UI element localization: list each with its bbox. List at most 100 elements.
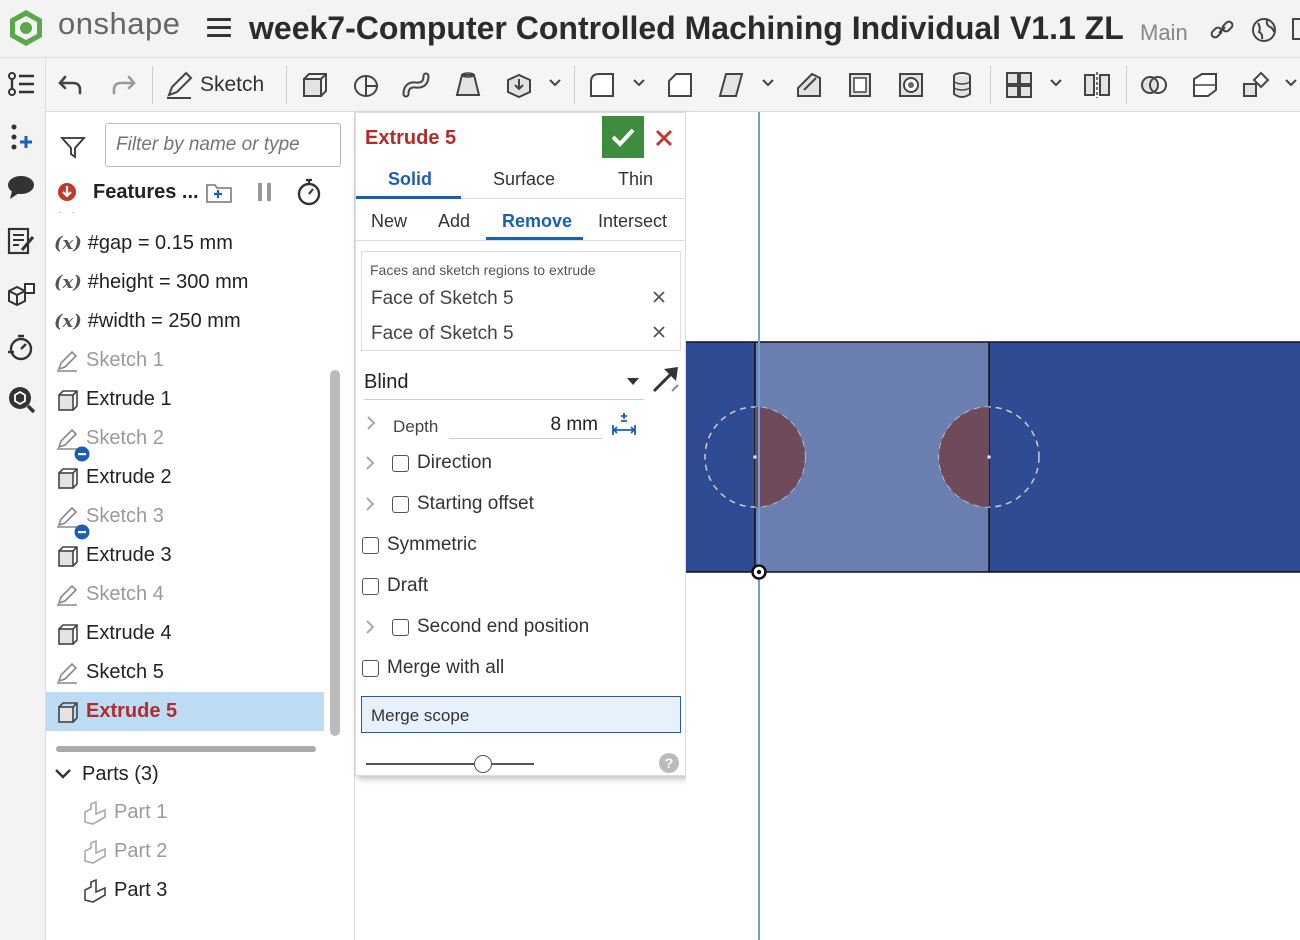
accept-button[interactable] bbox=[602, 116, 644, 158]
revolve-tool-button[interactable] bbox=[349, 68, 383, 102]
extrude-feature-item[interactable]: Extrude 2 bbox=[46, 458, 324, 497]
part-item[interactable]: Part 1 bbox=[82, 793, 332, 832]
op-remove[interactable]: Remove bbox=[502, 211, 572, 232]
part-item[interactable]: Part 2 bbox=[82, 832, 332, 871]
draft-checkbox[interactable] bbox=[362, 577, 379, 595]
draft-tool-button[interactable] bbox=[714, 68, 748, 102]
chevron-right-icon[interactable] bbox=[364, 496, 376, 512]
direction-row[interactable]: Direction bbox=[364, 447, 492, 479]
pause-icon[interactable] bbox=[255, 182, 275, 202]
chevron-down-icon[interactable] bbox=[548, 76, 562, 90]
hole-tool-button[interactable] bbox=[894, 68, 928, 102]
op-new[interactable]: New bbox=[371, 211, 407, 232]
rollback-bar-icon[interactable] bbox=[57, 182, 77, 202]
second-end-row[interactable]: Second end position bbox=[364, 611, 589, 643]
hamburger-menu-icon[interactable] bbox=[207, 18, 231, 38]
help-icon[interactable]: ? bbox=[659, 753, 679, 773]
op-add[interactable]: Add bbox=[438, 211, 470, 232]
variable-item[interactable]: (x) #height = 300 mm bbox=[46, 263, 324, 302]
model-canvas[interactable] bbox=[686, 112, 1300, 940]
comments-icon[interactable] bbox=[4, 170, 38, 204]
tab-solid[interactable]: Solid bbox=[388, 169, 432, 190]
rollback-timer-icon[interactable] bbox=[4, 330, 38, 364]
depth-measure-icon[interactable] bbox=[610, 411, 638, 439]
properties-icon[interactable] bbox=[4, 224, 38, 258]
merge-scope-field[interactable]: Merge scope bbox=[361, 696, 681, 733]
filter-icon[interactable] bbox=[60, 134, 86, 160]
undo-button[interactable] bbox=[54, 68, 88, 102]
thread-tool-button[interactable] bbox=[945, 68, 979, 102]
direction-checkbox[interactable] bbox=[392, 454, 409, 472]
extrude-feature-item[interactable]: Extrude 1 bbox=[46, 380, 324, 419]
chevron-right-icon[interactable] bbox=[364, 619, 376, 635]
sweep-tool-button[interactable] bbox=[400, 68, 434, 102]
loft-tool-button[interactable] bbox=[451, 68, 485, 102]
document-title[interactable]: week7-Computer Controlled Machining Indi… bbox=[249, 10, 1124, 47]
face-selection-item[interactable]: Face of Sketch 5 bbox=[362, 282, 680, 316]
end-type-select[interactable]: Blind bbox=[364, 368, 644, 400]
part-item[interactable]: Part 3 bbox=[82, 871, 332, 910]
parts-configurations-icon[interactable] bbox=[4, 278, 38, 312]
variable-item[interactable]: (x) #gap = 0.15 mm bbox=[46, 224, 324, 263]
sketch-feature-item[interactable]: Sketch 4 bbox=[46, 575, 324, 614]
feature-list-scrollbar[interactable] bbox=[330, 370, 340, 736]
extrude-feature-item[interactable]: Extrude 3 bbox=[46, 536, 324, 575]
extrude-feature-item[interactable]: Extrude 5 bbox=[46, 692, 324, 731]
filter-input[interactable] bbox=[105, 123, 341, 167]
stopwatch-icon[interactable] bbox=[296, 178, 322, 206]
preview-slider-track[interactable] bbox=[366, 763, 534, 765]
chevron-down-icon[interactable] bbox=[1049, 76, 1063, 90]
feature-list-icon[interactable] bbox=[4, 68, 38, 102]
sketch-feature-item[interactable]: Sketch 2 bbox=[46, 419, 324, 461]
chevron-right-icon[interactable] bbox=[364, 455, 376, 471]
chevron-down-icon[interactable] bbox=[761, 76, 775, 90]
chevron-down-icon[interactable] bbox=[1284, 76, 1298, 90]
chamfer-tool-button[interactable] bbox=[663, 68, 697, 102]
mirror-tool-button[interactable] bbox=[1080, 68, 1114, 102]
preview-slider-thumb[interactable] bbox=[474, 755, 492, 773]
faces-selection-box[interactable]: Faces and sketch regions to extrude Face… bbox=[361, 251, 681, 351]
extrude-feature-item[interactable]: Extrude 4 bbox=[46, 614, 324, 653]
sketch-feature-item[interactable]: Sketch 5 bbox=[46, 653, 324, 692]
fillet-tool-button[interactable] bbox=[585, 68, 619, 102]
add-folder-icon[interactable] bbox=[204, 179, 234, 205]
starting-offset-row[interactable]: Starting offset bbox=[364, 488, 534, 520]
second-end-checkbox[interactable] bbox=[392, 618, 409, 636]
merge-all-checkbox[interactable] bbox=[362, 659, 379, 677]
variable-item[interactable]: (x) #width = 250 mm bbox=[46, 302, 324, 341]
chevron-down-icon[interactable] bbox=[632, 76, 646, 90]
transform-tool-button[interactable] bbox=[1239, 68, 1273, 102]
depth-input[interactable]: 8 mm bbox=[449, 409, 602, 439]
op-intersect[interactable]: Intersect bbox=[598, 211, 667, 232]
thicken-tool-button[interactable] bbox=[502, 68, 536, 102]
merge-all-row[interactable]: Merge with all bbox=[362, 652, 504, 684]
boolean-tool-button[interactable] bbox=[1137, 68, 1171, 102]
symmetric-row[interactable]: Symmetric bbox=[362, 529, 477, 561]
sketch-feature-item[interactable]: Sketch 3 bbox=[46, 497, 324, 539]
cancel-button[interactable] bbox=[650, 124, 678, 152]
chevron-right-icon[interactable] bbox=[365, 415, 377, 431]
tab-thin[interactable]: Thin bbox=[618, 169, 653, 190]
pattern-tool-button[interactable] bbox=[1002, 68, 1036, 102]
feature-list-horizontal-scrollbar[interactable] bbox=[56, 746, 316, 752]
workspace-label[interactable]: Main bbox=[1140, 20, 1188, 46]
appearance-inspect-icon[interactable] bbox=[4, 382, 38, 416]
parts-header[interactable]: Parts (3) bbox=[46, 754, 355, 794]
sketch-feature-item[interactable]: Sketch 1 bbox=[46, 341, 324, 380]
opposite-direction-icon[interactable] bbox=[650, 363, 682, 395]
insert-feature-icon[interactable] bbox=[4, 120, 38, 154]
symmetric-checkbox[interactable] bbox=[362, 536, 379, 554]
extrude-tool-button[interactable] bbox=[297, 68, 331, 102]
starting-offset-checkbox[interactable] bbox=[392, 495, 409, 513]
split-tool-button[interactable] bbox=[1188, 68, 1222, 102]
redo-button[interactable] bbox=[106, 68, 140, 102]
onshape-logo-icon[interactable] bbox=[6, 8, 46, 48]
rib-tool-button[interactable] bbox=[792, 68, 826, 102]
tab-surface[interactable]: Surface bbox=[493, 169, 555, 190]
globe-icon[interactable] bbox=[1250, 16, 1278, 44]
chevron-down-icon[interactable] bbox=[54, 767, 72, 781]
remove-selection-icon[interactable] bbox=[652, 290, 666, 304]
remove-selection-icon[interactable] bbox=[652, 325, 666, 339]
draft-row[interactable]: Draft bbox=[362, 570, 428, 602]
shell-tool-button[interactable] bbox=[843, 68, 877, 102]
